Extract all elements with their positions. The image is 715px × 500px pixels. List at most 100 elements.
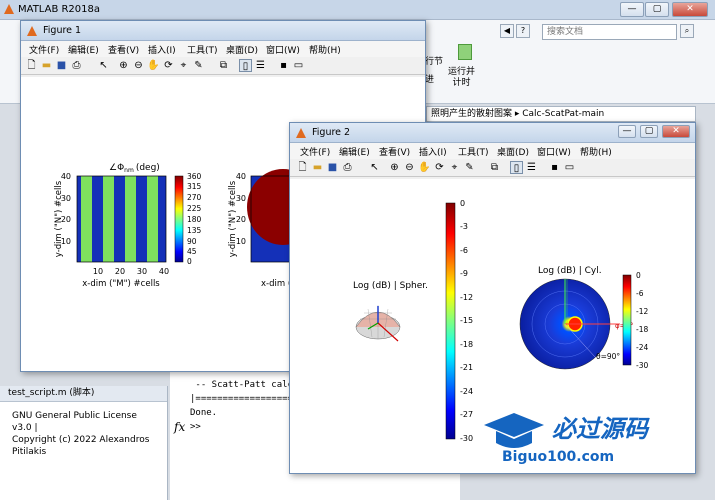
x-axis-label: x-dim ("M") #cells [82,279,160,289]
menu-window[interactable]: 窗口(W) [537,145,571,158]
close-button[interactable]: ✕ [672,2,708,17]
author-line: Pitilakis [12,447,47,457]
pointer-icon[interactable]: ↖ [97,59,110,72]
menu-desktop[interactable]: 桌面(D) [497,145,529,158]
search-icon[interactable]: ⌕ [680,24,694,38]
address-bar[interactable]: 照明产生的散射图案 ▸ Calc-ScatPat-main [426,106,696,122]
x-tick: 30 [137,267,147,276]
print-icon[interactable]: ⎙ [341,161,354,174]
colorbar-tick: -15 [460,316,473,325]
menu-tools[interactable]: 工具(T) [187,43,218,56]
legend-icon[interactable]: ☰ [254,59,267,72]
figure2-title: Figure 2 [312,127,351,138]
menu-desktop[interactable]: 桌面(D) [226,43,258,56]
colorbar-tick: 270 [187,193,202,202]
colorbar [174,175,184,263]
figure1-title: Figure 1 [43,25,82,36]
menu-file[interactable]: 文件(F) [300,145,330,158]
save-icon[interactable]: ■ [326,161,339,174]
figure2-toolbar: 🗋 ▬ ■ ⎙ ↖ ⊕ ⊖ ✋ ⟳ ⌖ ✎ ⧉ ▯ ☰ ▪ ▭ [290,159,695,177]
watermark-text: 必过源码 [552,415,650,443]
link-plot-icon[interactable]: ⧉ [488,161,501,174]
figure1-titlebar[interactable]: Figure 1 [21,21,425,41]
pan-icon[interactable]: ✋ [418,161,431,174]
pointer-icon[interactable]: ↖ [368,161,381,174]
hide-tools-icon[interactable]: ▪ [548,161,561,174]
open-file-icon[interactable]: ▬ [311,161,324,174]
license-line: GNU General Public License v3.0 | [12,411,137,433]
menu-tools[interactable]: 工具(T) [458,145,489,158]
help-icon[interactable]: ? [516,24,530,38]
run-and-time-button[interactable]: 运行并 计时 [448,67,475,89]
rotate-icon[interactable]: ⟳ [162,59,175,72]
cmd-line: Done. [190,408,218,418]
rotate-icon[interactable]: ⟳ [433,161,446,174]
maximize-button[interactable]: ▢ [645,2,669,17]
y-tick: 40 [61,172,71,181]
link-plot-icon[interactable]: ⧉ [217,59,230,72]
open-file-icon[interactable]: ▬ [40,59,53,72]
hide-tools-icon[interactable]: ▪ [277,59,290,72]
fx-icon[interactable]: fx [174,420,185,434]
menu-window[interactable]: 窗口(W) [266,43,300,56]
legend-icon[interactable]: ☰ [525,161,538,174]
figure2-menubar: 文件(F) 编辑(E) 查看(V) 插入(I) 工具(T) 桌面(D) 窗口(W… [290,143,695,159]
menu-help[interactable]: 帮助(H) [309,43,341,56]
ribbon-label-section[interactable]: 行节 [425,54,443,67]
colorbar-toggle-icon[interactable]: ▯ [510,161,523,174]
menu-view[interactable]: 查看(V) [108,43,139,56]
colorbar-tick: -30 [636,361,648,370]
menu-view[interactable]: 查看(V) [379,145,410,158]
data-cursor-icon[interactable]: ⌖ [448,161,461,174]
colorbar-tick: -12 [636,307,648,316]
colorbar-tick: -24 [636,343,648,352]
dock-icon[interactable]: ▭ [292,59,305,72]
menu-edit[interactable]: 编辑(E) [68,43,99,56]
colorbar-toggle-icon[interactable]: ▯ [239,59,252,72]
cylindrical-plot-title: Log (dB) | Cyl. [538,266,602,276]
menu-insert[interactable]: 插入(I) [419,145,447,158]
zoom-in-icon[interactable]: ⊕ [388,161,401,174]
new-figure-icon[interactable]: 🗋 [25,59,38,72]
colorbar-tick: 180 [187,215,202,224]
minimize-button[interactable]: — [620,2,644,17]
menu-edit[interactable]: 编辑(E) [339,145,370,158]
menu-file[interactable]: 文件(F) [29,43,59,56]
file-tab[interactable]: test_script.m (脚本) [0,386,167,402]
search-input[interactable]: 搜索文档 [542,24,677,40]
minimize-button[interactable]: — [618,125,636,138]
pan-icon[interactable]: ✋ [147,59,160,72]
colorbar-tick: -27 [460,410,473,419]
print-icon[interactable]: ⎙ [70,59,83,72]
brush-icon[interactable]: ✎ [463,161,476,174]
command-prompt[interactable]: >> [190,422,201,432]
zoom-out-icon[interactable]: ⊖ [132,59,145,72]
x-tick: 20 [115,267,125,276]
back-icon[interactable]: ◀ [500,24,514,38]
save-icon[interactable]: ■ [55,59,68,72]
matlab-titlebar: MATLAB R2018a — ▢ ✕ [0,0,715,20]
maximize-button[interactable]: ▢ [640,125,658,138]
cmd-line: -- Scatt-Patt calc. [190,380,299,390]
colorbar-tick: 315 [187,182,202,191]
theta-label: θ=90° [596,352,620,361]
y-axis-label: y-dim ("N") #cells [54,180,64,257]
x-tick: 40 [159,267,169,276]
colorbar-tick: 45 [187,247,197,256]
colorbar-tick: 360 [187,172,202,181]
y-tick: 40 [236,172,246,181]
menu-insert[interactable]: 插入(I) [148,43,176,56]
ribbon-label-advance[interactable]: 进 [425,72,434,85]
colorbar-tick: -30 [460,434,473,443]
brush-icon[interactable]: ✎ [192,59,205,72]
menu-help[interactable]: 帮助(H) [580,145,612,158]
dock-icon[interactable]: ▭ [563,161,576,174]
zoom-in-icon[interactable]: ⊕ [117,59,130,72]
data-cursor-icon[interactable]: ⌖ [177,59,190,72]
zoom-out-icon[interactable]: ⊖ [403,161,416,174]
run-and-time-icon[interactable] [458,44,472,60]
new-figure-icon[interactable]: 🗋 [296,161,309,174]
colorbar-tick: -24 [460,387,473,396]
figure2-titlebar[interactable]: Figure 2 — ▢ ✕ [290,123,695,143]
close-button[interactable]: ✕ [662,125,690,138]
